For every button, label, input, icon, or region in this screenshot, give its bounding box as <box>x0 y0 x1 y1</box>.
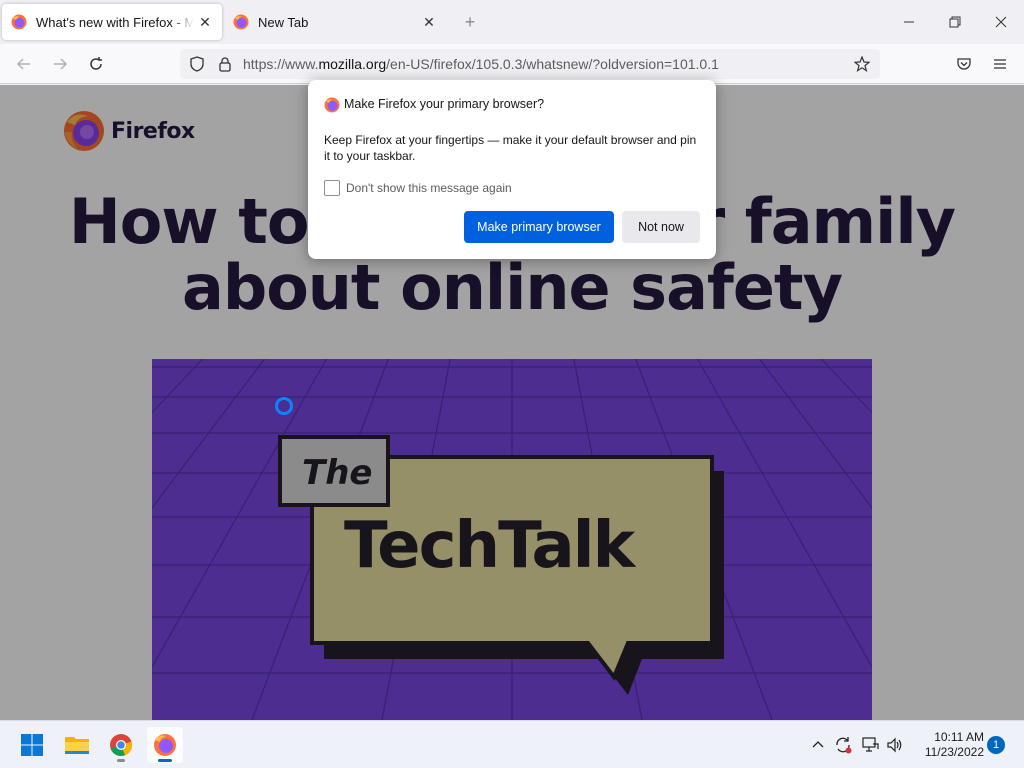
make-primary-browser-button[interactable]: Make primary browser <box>464 211 614 243</box>
volume-icon[interactable] <box>883 733 907 757</box>
dialog-title: Make Firefox your primary browser? <box>344 97 545 111</box>
taskbar-clock[interactable]: 10:11 AM 11/23/2022 <box>912 730 984 760</box>
dialog-body: Keep Firefox at your fingertips — make i… <box>324 133 697 163</box>
windows-start-icon[interactable] <box>14 727 50 763</box>
dont-show-again-checkbox[interactable] <box>324 180 340 196</box>
dont-show-again-label[interactable]: Don't show this message again <box>346 181 512 195</box>
tab-title: What's new with Firefox - More <box>36 14 194 30</box>
forward-arrow-icon[interactable] <box>46 50 74 78</box>
tab-new-tab[interactable]: New Tab ✕ <box>224 4 446 40</box>
notification-badge[interactable]: 1 <box>987 736 1005 754</box>
tab-title: New Tab <box>258 14 309 30</box>
sync-icon[interactable] <box>831 733 855 757</box>
url-bar[interactable]: https://www.mozilla.org/en-US/firefox/10… <box>180 49 880 79</box>
clock-time: 10:11 AM <box>934 730 984 744</box>
lock-icon[interactable] <box>217 56 233 72</box>
chevron-up-icon[interactable] <box>806 733 830 757</box>
back-arrow-icon[interactable] <box>10 50 38 78</box>
restore-icon[interactable] <box>932 0 978 44</box>
not-now-button[interactable]: Not now <box>622 211 700 243</box>
reload-icon[interactable] <box>82 50 110 78</box>
file-explorer-icon[interactable] <box>59 727 95 763</box>
network-icon[interactable] <box>858 733 882 757</box>
firefox-favicon-icon <box>11 14 27 30</box>
close-icon[interactable] <box>978 0 1024 44</box>
clock-date: 11/23/2022 <box>924 745 984 759</box>
default-browser-dialog: Make Firefox your primary browser? Keep … <box>308 80 716 259</box>
hamburger-menu-icon[interactable] <box>986 50 1014 78</box>
navigation-toolbar: https://www.mozilla.org/en-US/firefox/10… <box>0 44 1024 84</box>
tab-whats-new[interactable]: What's new with Firefox - More ✕ <box>2 4 222 40</box>
active-indicator <box>158 759 172 762</box>
focus-ring-indicator <box>275 397 293 415</box>
minimize-icon[interactable] <box>886 0 932 44</box>
firefox-taskbar-icon[interactable] <box>147 727 183 763</box>
chrome-icon[interactable] <box>103 727 139 763</box>
taskbar: 10:11 AM 11/23/2022 1 <box>0 720 1024 768</box>
tab-strip: What's new with Firefox - More ✕ New Tab… <box>0 0 1024 44</box>
url-text[interactable]: https://www.mozilla.org/en-US/firefox/10… <box>243 56 719 72</box>
firefox-logo-icon <box>324 97 340 113</box>
pocket-icon[interactable] <box>950 50 978 78</box>
shield-icon[interactable] <box>189 56 205 72</box>
plus-icon[interactable]: + <box>458 10 482 34</box>
firefox-favicon-icon <box>233 14 249 30</box>
tab-close-icon[interactable]: ✕ <box>194 11 216 33</box>
tab-close-icon[interactable]: ✕ <box>418 11 440 33</box>
running-indicator <box>117 759 125 762</box>
star-icon[interactable] <box>854 56 870 72</box>
